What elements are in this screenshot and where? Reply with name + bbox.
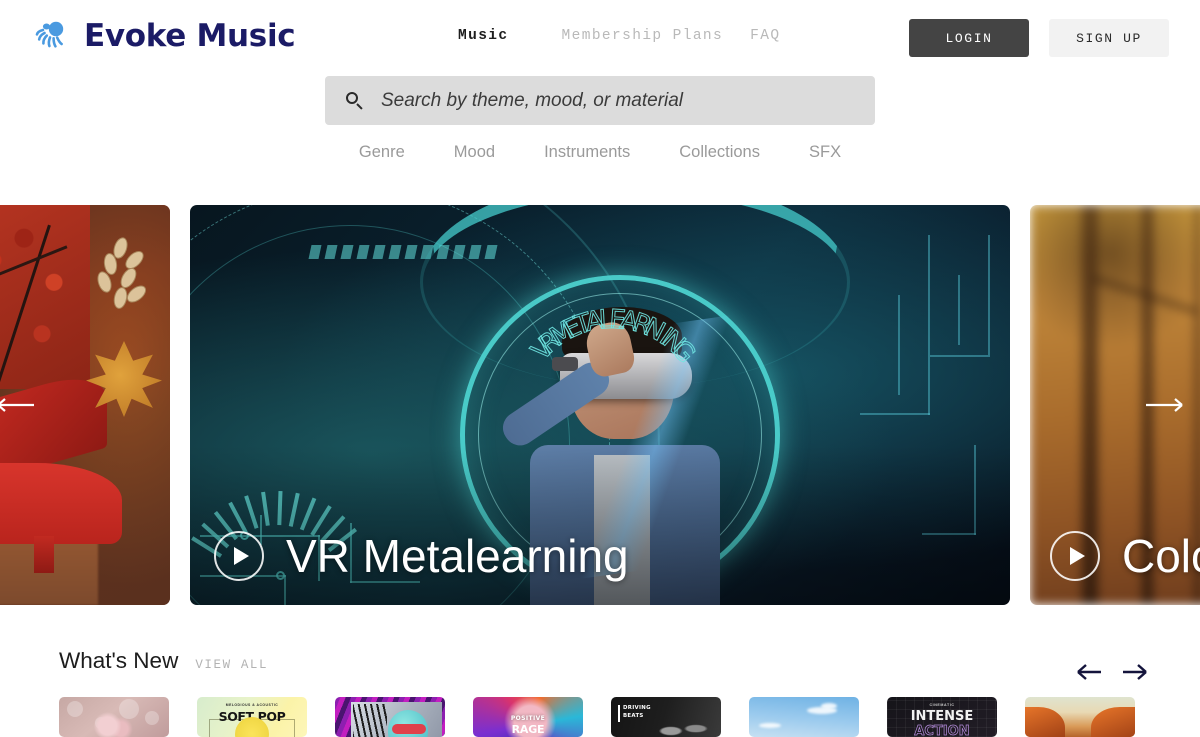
- nav-item-music[interactable]: Music: [458, 28, 509, 44]
- search-input[interactable]: [381, 89, 875, 112]
- site-header: Evoke Music Music Membership Plans FAQ L…: [0, 0, 1200, 72]
- play-icon[interactable]: [1050, 531, 1100, 581]
- thumbnail-driving-beats[interactable]: DRIVING BEATS: [611, 697, 721, 737]
- filter-genre[interactable]: Genre: [359, 143, 405, 162]
- login-button[interactable]: LOGIN: [909, 19, 1029, 57]
- carousel-slide-next[interactable]: Colo: [1030, 205, 1200, 605]
- arrow-right-icon: [1146, 398, 1183, 412]
- auth-actions: LOGIN SIGN UP: [909, 19, 1169, 57]
- search-bar[interactable]: [325, 76, 875, 125]
- thumbnail-blue-sky[interactable]: [749, 697, 859, 737]
- thumbnail-line1: DRIVING: [623, 705, 651, 711]
- thumbnail-label: INTENSE: [910, 709, 974, 724]
- carousel-slide-prev[interactable]: [0, 205, 170, 605]
- arrow-left-icon: [1077, 664, 1101, 680]
- play-icon[interactable]: [214, 531, 264, 581]
- thumbnail-line2: BEATS: [623, 713, 644, 719]
- slide-footer: Colo: [1050, 529, 1200, 583]
- filter-instruments[interactable]: Instruments: [544, 143, 630, 162]
- thumbnail-positive-rage[interactable]: POSITIVE RAGE: [473, 697, 583, 737]
- arrow-right-icon: [1123, 664, 1147, 680]
- arrow-left-icon: [0, 398, 34, 412]
- main-navigation: Music Membership Plans FAQ: [458, 28, 780, 44]
- thumbnail-anime-purple[interactable]: [335, 697, 445, 737]
- row-prev-button[interactable]: [1076, 662, 1104, 684]
- carousel-next-button[interactable]: [1136, 393, 1192, 417]
- search-icon: [346, 91, 364, 110]
- section-title: What's New: [59, 648, 179, 673]
- thumbnail-label: RAGE: [511, 723, 545, 736]
- thumbnail-pink-bokeh[interactable]: [59, 697, 169, 737]
- view-all-link[interactable]: VIEW ALL: [195, 658, 268, 672]
- brand-name: Evoke Music: [84, 18, 296, 54]
- row-next-button[interactable]: [1120, 662, 1148, 684]
- slide-title: VR Metalearning: [286, 530, 629, 582]
- slide-footer: VR Metalearning: [214, 529, 629, 583]
- octopus-logo-icon: [34, 18, 70, 54]
- thumbnail-cinematic-intense-action[interactable]: CINEMATIC INTENSE ACTION: [887, 697, 997, 737]
- thumbnail-kicker: POSITIVE: [510, 715, 546, 722]
- filter-mood[interactable]: Mood: [454, 143, 495, 162]
- hero-carousel: V R M E T A L E A R N I N G VR Metalearn…: [0, 205, 1200, 605]
- signup-button[interactable]: SIGN UP: [1049, 19, 1169, 57]
- filter-collections[interactable]: Collections: [679, 143, 760, 162]
- filter-links: Genre Mood Instruments Collections SFX: [0, 143, 1200, 162]
- arc-title-graphic: V R M E T A L E A R N I N G: [525, 304, 703, 371]
- whats-new-thumbnails: MELODIOUS & ACOUSTIC SOFT POP POSITIVE R…: [59, 697, 1135, 737]
- leaf-spray-graphic: [84, 235, 150, 321]
- maple-leaf-graphic: [86, 341, 162, 417]
- thumbnail-kicker: MELODIOUS & ACOUSTIC: [225, 703, 279, 707]
- nav-item-faq[interactable]: FAQ: [750, 28, 780, 44]
- page-root: Evoke Music Music Membership Plans FAQ L…: [0, 0, 1200, 737]
- carousel-slide-main[interactable]: V R M E T A L E A R N I N G VR Metalearn…: [190, 205, 1010, 605]
- carousel-prev-button[interactable]: [0, 393, 44, 417]
- filter-sfx[interactable]: SFX: [809, 143, 841, 162]
- row-navigation: [1076, 662, 1148, 684]
- brand-logo[interactable]: Evoke Music: [34, 18, 296, 54]
- whats-new-header: What's New VIEW ALL: [59, 648, 268, 674]
- nav-item-membership-plans[interactable]: Membership Plans: [562, 28, 724, 44]
- thumbnail-sunset-rocks[interactable]: [1025, 697, 1135, 737]
- thumbnail-label2: ACTION: [914, 724, 970, 737]
- thumbnail-soft-pop[interactable]: MELODIOUS & ACOUSTIC SOFT POP: [197, 697, 307, 737]
- thumbnail-kicker: CINEMATIC: [929, 703, 955, 707]
- slide-title: Colo: [1122, 530, 1200, 582]
